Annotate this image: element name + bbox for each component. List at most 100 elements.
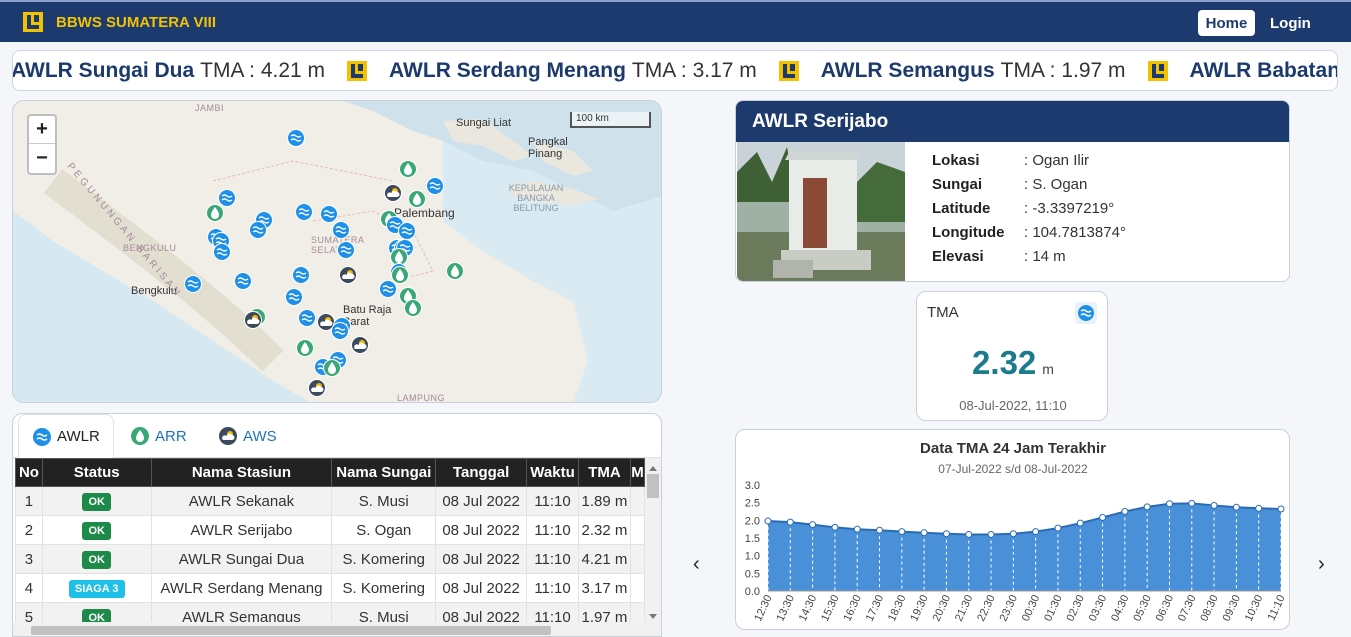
x-tick-label: 20:30 <box>931 593 954 623</box>
chart-subtitle: 07-Jul-2022 s/d 08-Jul-2022 <box>938 462 1088 476</box>
tab-aws[interactable]: AWS <box>219 414 277 458</box>
data-point[interactable] <box>1143 503 1151 511</box>
ticker-station-value: TMA : 1.97 m <box>1000 58 1126 82</box>
data-point[interactable] <box>1054 524 1062 532</box>
x-tick-label: 23:30 <box>998 593 1021 623</box>
data-point[interactable] <box>965 530 973 538</box>
table-cell-time: 11:10 <box>526 544 579 574</box>
tab-label: AWLR <box>57 428 100 445</box>
table-row[interactable]: 4 SIAGA 3 AWLR Serdang Menang S. Komering 08… <box>15 573 646 603</box>
scrollbar-thumb[interactable] <box>647 474 659 498</box>
y-tick-label: 1.5 <box>745 533 760 545</box>
column-header[interactable]: No <box>15 458 43 487</box>
tab-awlr[interactable]: AWLR <box>18 414 114 459</box>
data-point[interactable] <box>1277 505 1285 513</box>
data-point[interactable] <box>942 530 950 538</box>
data-point[interactable] <box>1009 530 1017 538</box>
aws-marker-icon[interactable] <box>308 379 326 397</box>
table-cell-river: S. Komering <box>331 573 437 603</box>
x-tick-label: 14:30 <box>797 593 820 623</box>
table-row[interactable]: 3 OK AWLR Sungai Dua S. Komering 08 Jul 2022… <box>15 544 646 574</box>
data-point[interactable] <box>764 517 772 525</box>
table-row[interactable]: 2 OK AWLR Serijabo S. Ogan 08 Jul 2022 11:10 2… <box>15 515 646 545</box>
tab-arr[interactable]: ARR <box>131 414 187 458</box>
awlr-marker-icon[interactable] <box>331 322 349 340</box>
aws-marker-icon[interactable] <box>244 311 262 329</box>
awlr-marker-icon[interactable] <box>285 288 303 306</box>
awlr-marker-icon[interactable] <box>298 309 316 327</box>
carousel-prev-button[interactable]: ‹ <box>693 553 700 576</box>
tma-chart[interactable]: Data TMA 24 Jam Terakhir 07-Jul-2022 s/d… <box>736 430 1290 630</box>
zoom-out-button[interactable]: − <box>29 144 55 172</box>
data-point[interactable] <box>920 529 928 537</box>
data-point[interactable] <box>1232 503 1240 511</box>
awlr-marker-icon[interactable] <box>184 275 202 293</box>
table-horizontal-scrollbar[interactable] <box>13 622 645 636</box>
series-area <box>768 503 1281 591</box>
arr-marker-icon[interactable] <box>206 204 224 222</box>
column-header[interactable]: Nama Sungai <box>331 458 437 487</box>
arr-marker-icon[interactable] <box>404 299 422 317</box>
pupr-logo-icon <box>1147 60 1168 81</box>
data-point[interactable] <box>853 525 861 533</box>
table-cell-station: AWLR Serijabo <box>150 515 333 545</box>
zoom-in-button[interactable]: + <box>29 116 55 144</box>
awlr-marker-icon[interactable] <box>337 241 355 259</box>
detail-key: Latitude <box>932 200 991 217</box>
awlr-marker-icon[interactable] <box>234 272 252 290</box>
nav-home-button[interactable]: Home <box>1198 10 1255 36</box>
station-detail-row: Lokasi: Ogan Ilir <box>932 149 1126 173</box>
arr-marker-icon[interactable] <box>446 262 464 280</box>
data-point[interactable] <box>809 521 817 529</box>
awlr-marker-icon[interactable] <box>213 243 231 261</box>
data-point[interactable] <box>1165 500 1173 508</box>
carousel-next-button[interactable]: › <box>1318 553 1325 576</box>
awlr-marker-icon[interactable] <box>379 280 397 298</box>
station-map[interactable]: + − 100 km JAMBI Sungai Liat Pangkal Pin… <box>12 100 662 403</box>
data-point[interactable] <box>1076 519 1084 527</box>
column-header[interactable]: Tanggal <box>435 458 528 487</box>
awlr-marker-icon[interactable] <box>287 129 305 147</box>
column-header[interactable]: M <box>629 458 646 487</box>
station-detail-row: Longitude: 104.7813874° <box>932 221 1126 245</box>
awlr-marker-icon[interactable] <box>426 177 444 195</box>
data-point[interactable] <box>1032 528 1040 536</box>
nav-login-link[interactable]: Login <box>1270 10 1311 36</box>
column-header[interactable]: Status <box>41 458 152 487</box>
scroll-up-icon[interactable] <box>649 462 657 471</box>
arr-marker-icon[interactable] <box>399 160 417 178</box>
column-header[interactable]: Waktu <box>526 458 579 487</box>
awlr-marker-icon[interactable] <box>249 221 267 239</box>
arr-marker-icon[interactable] <box>408 190 426 208</box>
scroll-down-icon[interactable] <box>649 614 657 623</box>
table-vertical-scrollbar[interactable] <box>645 458 661 636</box>
table-row[interactable]: 1 OK AWLR Sekanak S. Musi 08 Jul 2022 11:10 1.… <box>15 486 646 516</box>
scrollbar-thumb[interactable] <box>31 626 551 635</box>
data-point[interactable] <box>1210 501 1218 509</box>
awlr-marker-icon[interactable] <box>332 221 350 239</box>
awlr-marker-icon[interactable] <box>398 222 416 240</box>
table-cell-tma: 3.17 m <box>578 573 631 603</box>
aws-marker-icon[interactable] <box>351 336 369 354</box>
aws-marker-icon[interactable] <box>339 266 357 284</box>
data-point[interactable] <box>831 523 839 531</box>
data-point[interactable] <box>1099 514 1107 522</box>
data-point[interactable] <box>1188 499 1196 507</box>
column-header[interactable]: Nama Stasiun <box>150 458 333 487</box>
awlr-marker-icon[interactable] <box>295 203 313 221</box>
data-point[interactable] <box>898 528 906 536</box>
arr-marker-icon[interactable] <box>323 359 341 377</box>
table-cell-no: 1 <box>15 486 43 516</box>
arr-marker-icon[interactable] <box>296 339 314 357</box>
column-header[interactable]: TMA <box>578 458 631 487</box>
y-tick-label: 0.0 <box>745 586 760 598</box>
data-point[interactable] <box>876 526 884 534</box>
aws-marker-icon[interactable] <box>384 184 402 202</box>
brand[interactable]: BBWS SUMATERA VIII <box>22 11 216 33</box>
data-point[interactable] <box>1121 508 1129 515</box>
awlr-marker-icon[interactable] <box>292 266 310 284</box>
data-point[interactable] <box>987 530 995 538</box>
data-point[interactable] <box>1255 504 1263 512</box>
chart-title: Data TMA 24 Jam Terakhir <box>920 440 1106 457</box>
data-point[interactable] <box>786 518 794 526</box>
